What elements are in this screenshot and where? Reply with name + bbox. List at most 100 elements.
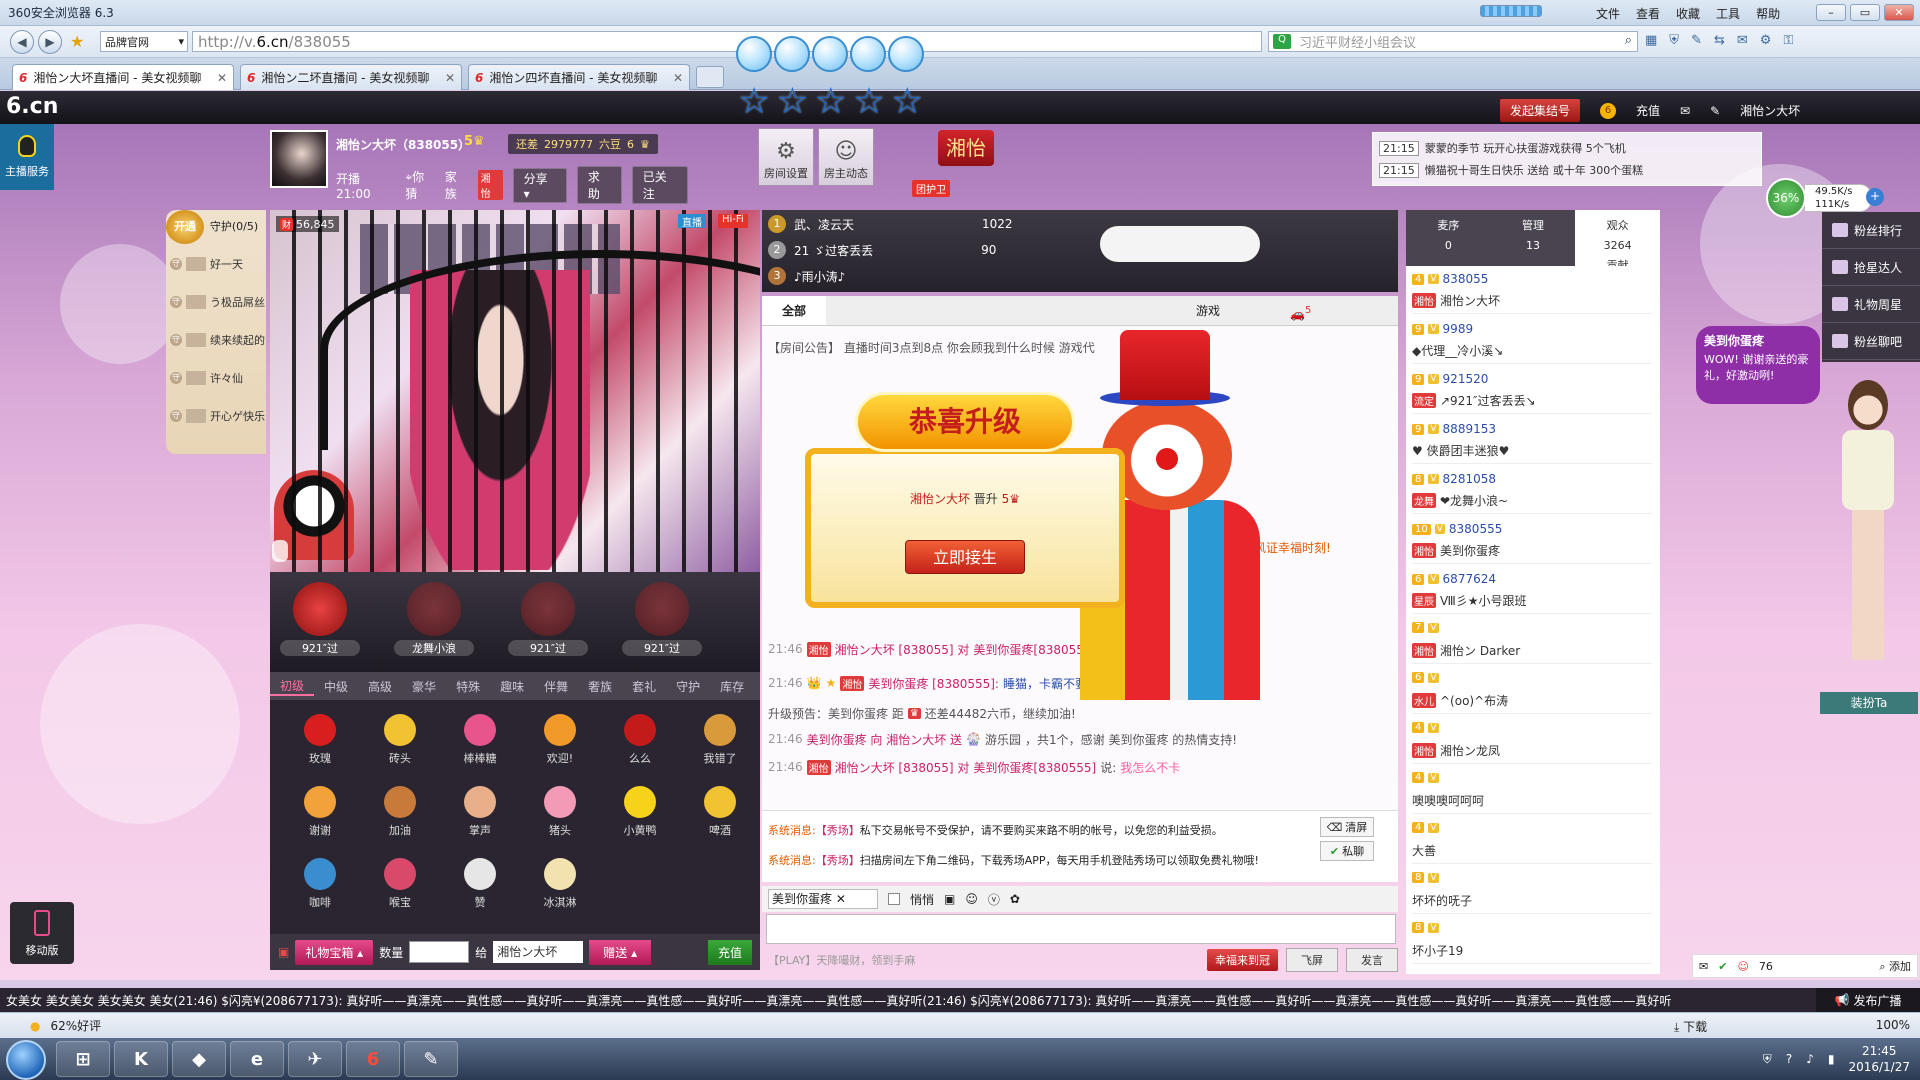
guard-item[interactable]: 守续来续起的 [170,330,266,350]
grid-icon[interactable]: ▦ [1645,33,1657,48]
hifi-tag[interactable]: Hi-Fi [718,214,748,228]
mobile-version-button[interactable]: 移动版 [10,902,74,964]
gift-item[interactable]: 加油 [360,778,440,848]
translate-icon[interactable]: ⇆ [1714,33,1725,48]
tray-shield-icon[interactable]: ⛨ [1763,1052,1772,1067]
taskbar-app-paint[interactable]: ✎ [404,1041,458,1077]
gift-tab[interactable]: 豪华 [402,678,446,695]
forward-button[interactable]: ▶ [38,30,62,54]
tab-audience[interactable]: 观众3264贡献 [1575,210,1661,272]
taskbar-app-browser[interactable]: e [230,1041,284,1077]
close-icon[interactable]: ✕ [445,71,455,85]
anchor-service-button[interactable]: 主播服务 [0,124,54,190]
add-friend-button[interactable]: ⌕ 添加 [1879,958,1917,974]
audience-row[interactable]: 4 V 噢噢噢呵呵呵 [1412,766,1652,814]
audience-row[interactable]: 4 V 湘怡 湘怡ン龙凤 [1412,716,1652,764]
menu-tools[interactable]: 工具 [1716,5,1740,22]
tab-2[interactable]: 6 湘怡ン二坏直播间 - 美女视频聊 ✕ [240,64,462,90]
headline-item[interactable]: 21:15 懒猫祝十哥生日快乐 送给 或十年 300个蛋糕 [1379,159,1755,181]
audience-row[interactable]: 10 V 8380555 湘怡 美到你蛋疼 [1412,516,1652,564]
gift-item[interactable]: 咖啡 [280,850,360,920]
maximize-button[interactable]: ▭ [1850,4,1880,21]
close-icon[interactable]: ✕ [217,71,227,85]
taskbar-app-bird[interactable]: ✈ [288,1041,342,1077]
gift-item[interactable]: 喉宝 [360,850,440,920]
gift-tab[interactable]: 套礼 [622,678,666,695]
audience-row[interactable]: 8 V 8281058 龙舞 ❤龙舞小浪~ [1412,466,1652,514]
brand-select[interactable]: 品牌官网 ▾ [100,31,188,52]
mail-icon[interactable]: ✉ [1737,33,1748,48]
gift-item[interactable]: 欢迎! [520,706,600,776]
tab-admins[interactable]: 管理 13 [1491,210,1576,266]
gift-item[interactable]: 棒棒糖 [440,706,520,776]
recharge-link[interactable]: 充值 [1636,102,1660,119]
recharge-button[interactable]: 充值 [707,939,752,965]
menu-help[interactable]: 帮助 [1756,5,1780,22]
new-tab-button[interactable] [696,66,724,88]
send-message-button[interactable]: 发言 [1346,948,1398,972]
publish-broadcast-button[interactable]: 📢 发布广播 [1816,988,1920,1012]
search-icon[interactable]: ⌕ [1625,33,1632,48]
tab-1[interactable]: 6 湘怡ン大坏直播间 - 美女视频聊 ✕ [12,64,234,90]
tab-all[interactable]: 全部 [762,296,827,325]
mail-icon[interactable]: ✉ [1680,104,1690,118]
tool-icon[interactable]: ✎ [1691,33,1702,48]
dress-up-button[interactable]: 装扮Ta [1820,692,1918,714]
recipient-select[interactable]: 湘怡ン大坏 [493,941,584,963]
gift-item[interactable]: 小黄鸭 [600,778,680,848]
tab-mic-order[interactable]: 麦序 0 [1406,210,1491,266]
hot-gift[interactable]: 921″过 [280,582,360,662]
host-avatar[interactable] [270,130,328,188]
close-icon[interactable]: ✕ [673,71,683,85]
audience-row[interactable]: 4 V 838055 湘怡 湘怡ン大坏 [1412,266,1652,314]
audience-row[interactable]: 8 V 坏坏的呒子 [1412,866,1652,914]
zoom-level[interactable]: 100% [1876,1018,1910,1032]
hot-gift[interactable]: 龙舞小浪 [394,582,474,662]
gift-item[interactable]: 么么 [600,706,680,776]
shield-icon[interactable]: ⛨ [1669,33,1679,48]
virtual-avatar[interactable] [1820,380,1916,670]
audience-row[interactable]: 4 V 大善 [1412,816,1652,864]
whisper-checkbox[interactable] [888,893,900,905]
help-button[interactable]: 求助 [576,166,622,204]
audience-row[interactable]: 6 V 水儿 ^(oo)^布涛 [1412,666,1652,714]
side-menu-gift-week[interactable]: 礼物周星 [1822,286,1920,323]
headline-item[interactable]: 21:15 蒙蒙的季节 玩开心扶蛋游戏获得 5个飞机 [1379,137,1755,159]
mail-icon[interactable]: ✉ [1699,960,1708,973]
guard-item[interactable]: 守う极品屌丝 [170,292,266,312]
gift-item[interactable]: 赞 [440,850,520,920]
chat-target-select[interactable]: 美到你蛋疼 ✕ [768,889,878,909]
vip-emoji-icon[interactable]: ⓥ [988,891,1000,908]
start-button[interactable] [6,1040,46,1080]
gift-item[interactable]: 我错了 [680,706,760,776]
share-button[interactable]: 分享 ▾ [512,167,567,203]
gift-tab[interactable]: 守护 [666,678,710,695]
gift-tab[interactable]: 初级 [270,677,315,696]
gift-item[interactable]: 啤酒 [680,778,760,848]
guard-team-badge[interactable]: 团护卫 [912,180,950,197]
gift-tab[interactable]: 趣味 [490,678,534,695]
hot-gift[interactable]: 921″过 [508,582,588,662]
audience-row[interactable]: 9 V 921520 流定 ↗921″过客丢丢↘ [1412,366,1652,414]
gift-tab[interactable]: 高级 [358,678,402,695]
emoji-icon[interactable]: ☺ [965,892,978,906]
private-chat-button[interactable]: ✔ 私聊 [1320,841,1374,861]
gift-tab[interactable]: 中级 [314,678,358,695]
side-menu-fans-chat[interactable]: 粉丝聊吧 [1822,323,1920,360]
audience-row[interactable]: 7 V 湘怡 湘怡ン Darker [1412,616,1652,664]
rank-row[interactable]: 3 ♪雨小涛♪ [768,264,853,288]
car-icon[interactable]: 🚗5 [1270,296,1331,325]
guard-item[interactable]: 守好一天 [170,254,266,274]
side-menu-fans-rank[interactable]: 粉丝排行 [1822,212,1920,249]
speedup-button[interactable]: + [1866,188,1884,206]
minimize-button[interactable]: – [1816,4,1846,21]
clear-screen-button[interactable]: ⌫ 清屏 [1320,817,1374,837]
taskbar-app-green[interactable]: ◆ [172,1041,226,1077]
gather-button[interactable]: 发起集结号 [1500,99,1581,122]
send-gift-button[interactable]: 赠送 ▴ [589,939,652,965]
gift-item[interactable]: 谢谢 [280,778,360,848]
gift-box-button[interactable]: 礼物宝箱 ▴ [295,939,374,965]
menu-file[interactable]: 文件 [1596,5,1620,22]
taskbar-clock[interactable]: 21:45 2016/1/27 [1848,1043,1910,1075]
audience-row[interactable]: 9 V 9989 ◆代理__冷小溪↘ [1412,316,1652,364]
